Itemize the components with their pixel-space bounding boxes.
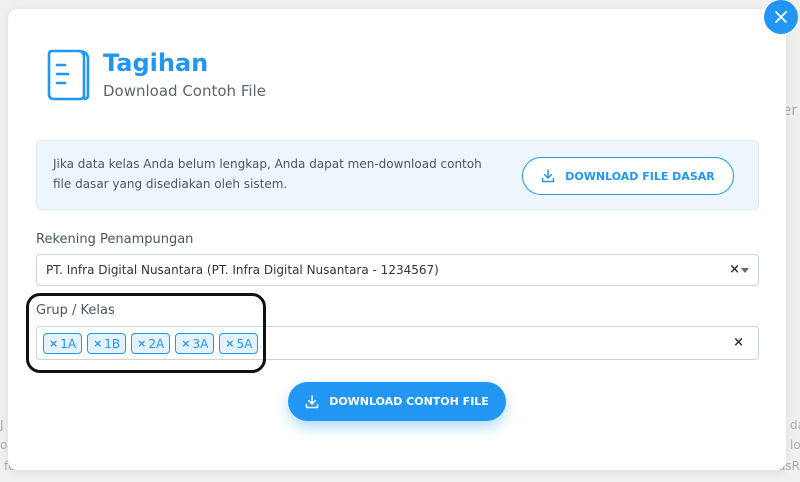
tag-remove-icon[interactable]: × <box>49 337 58 350</box>
tag-remove-icon[interactable]: × <box>137 337 146 350</box>
tag-3a[interactable]: × 3A <box>175 333 215 354</box>
download-template-modal: Tagihan Download Contoh File Jika data k… <box>8 9 786 470</box>
modal-title: Tagihan <box>103 49 209 77</box>
modal-subtitle: Download Contoh File <box>103 82 266 100</box>
download-base-file-button[interactable]: DOWNLOAD FILE DASAR <box>522 157 734 195</box>
download-template-button[interactable]: DOWNLOAD CONTOH FILE <box>288 382 506 421</box>
tag-1a[interactable]: × 1A <box>43 333 83 354</box>
background-fragment: da <box>790 418 800 432</box>
tag-remove-icon[interactable]: × <box>181 337 190 350</box>
close-icon <box>775 11 787 23</box>
tag-label: 1A <box>60 336 77 351</box>
tag-remove-icon[interactable]: × <box>225 337 234 350</box>
tag-label: 5A <box>236 336 253 351</box>
grup-label: Grup / Kelas <box>36 303 115 318</box>
tag-5a[interactable]: × 5A <box>219 333 259 354</box>
rekening-select[interactable]: PT. Infra Digital Nusantara (PT. Infra D… <box>36 254 759 286</box>
tag-2a[interactable]: × 2A <box>131 333 171 354</box>
download-icon <box>305 394 319 408</box>
download-template-label: DOWNLOAD CONTOH FILE <box>329 395 489 408</box>
chevron-down-icon[interactable] <box>741 268 749 273</box>
background-fragment: o <box>0 438 8 452</box>
tag-label: 2A <box>148 336 165 351</box>
tag-remove-icon[interactable]: × <box>93 337 102 350</box>
info-text: Jika data kelas Anda belum lengkap, Anda… <box>53 157 482 191</box>
tag-1b[interactable]: × 1B <box>87 333 127 354</box>
document-icon <box>47 49 90 101</box>
close-button[interactable] <box>764 0 798 34</box>
grup-multiselect[interactable]: × 1A × 1B × 2A × 3A × 5A × <box>36 326 759 360</box>
grup-tags: × 1A × 1B × 2A × 3A × 5A <box>43 333 259 354</box>
background-fragment: J <box>0 418 4 432</box>
rekening-value: PT. Infra Digital Nusantara (PT. Infra D… <box>46 263 439 277</box>
info-box: Jika data kelas Anda belum lengkap, Anda… <box>36 140 759 210</box>
grup-clear-icon[interactable]: × <box>733 335 744 350</box>
download-icon <box>542 169 555 183</box>
download-base-file-label: DOWNLOAD FILE DASAR <box>565 169 715 183</box>
rekening-clear-icon[interactable]: × <box>729 262 740 277</box>
tag-label: 3A <box>192 336 209 351</box>
tag-label: 1B <box>104 336 121 351</box>
rekening-label: Rekening Penampungan <box>36 232 194 247</box>
background-fragment: lo <box>790 438 800 452</box>
